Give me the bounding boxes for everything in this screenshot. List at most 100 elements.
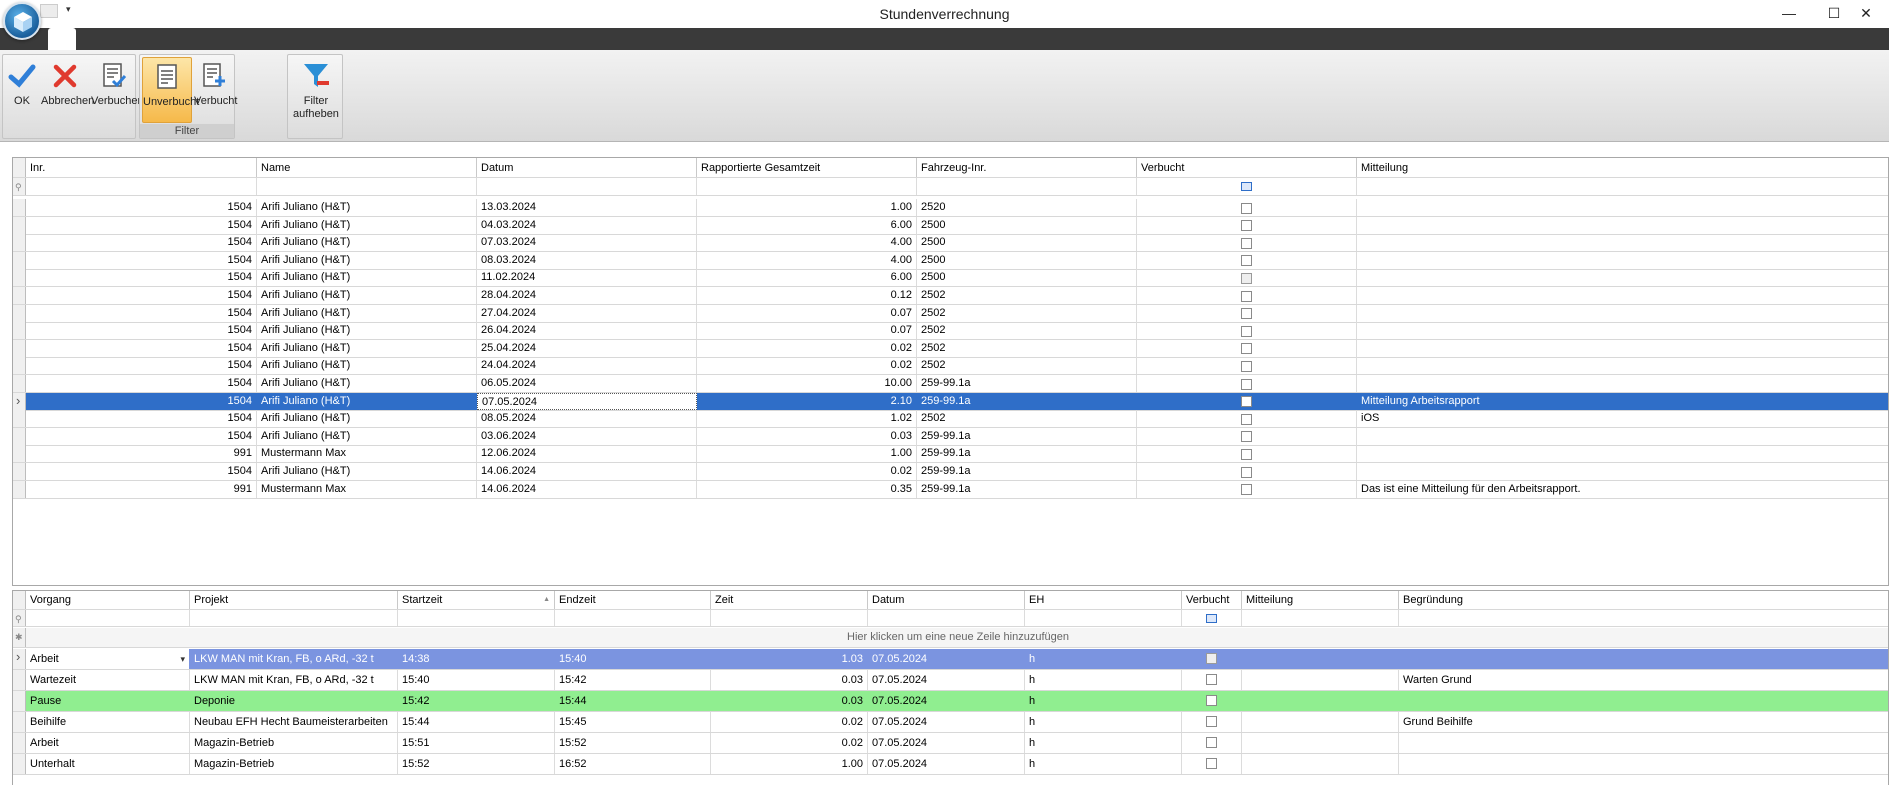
- cell-datum[interactable]: 14.06.2024: [477, 480, 697, 498]
- unbooked-filter-button[interactable]: Unverbucht: [142, 57, 199, 123]
- cell-name[interactable]: Arifi Juliano (H&T): [257, 234, 477, 252]
- ok-button[interactable]: OK: [5, 57, 39, 123]
- book-button[interactable]: Verbuchen: [91, 57, 144, 123]
- cell-zeit[interactable]: 10.00: [697, 375, 917, 392]
- cell-datum[interactable]: 07.05.2024: [868, 754, 1025, 774]
- cell-fz[interactable]: 2500: [917, 269, 1137, 287]
- cell-msg[interactable]: [1357, 269, 1888, 286]
- cell-grund[interactable]: [1399, 691, 1888, 711]
- checkbox[interactable]: [1206, 652, 1217, 664]
- row-indicator[interactable]: [13, 375, 26, 392]
- column-header-6[interactable]: EH: [1025, 591, 1182, 609]
- cell-eh[interactable]: h: [1025, 712, 1182, 732]
- row-indicator[interactable]: [13, 322, 26, 340]
- cell-eh[interactable]: h: [1025, 691, 1182, 711]
- cell-datum[interactable]: 07.05.2024: [868, 691, 1025, 711]
- cell-fz[interactable]: 259-99.1a: [917, 445, 1137, 463]
- booked-checkbox-cell[interactable]: [1137, 375, 1357, 392]
- row-indicator[interactable]: [13, 691, 26, 711]
- checkbox[interactable]: [1206, 736, 1217, 748]
- table-row[interactable]: Beihilfe Neubau EFH Hecht Baumeisterarbei…: [13, 712, 1888, 733]
- booked-checkbox-cell[interactable]: [1137, 357, 1357, 375]
- filter-cell-2[interactable]: [477, 178, 697, 195]
- cell-name[interactable]: Arifi Juliano (H&T): [257, 375, 477, 392]
- booked-checkbox-cell[interactable]: [1137, 427, 1357, 445]
- table-row[interactable]: 1504 Arifi Juliano (H&T) 04.03.2024 6.00 250…: [13, 216, 1888, 235]
- column-header-5[interactable]: Verbucht: [1137, 158, 1357, 177]
- cell-inr[interactable]: 1504: [26, 287, 257, 304]
- cell-datum[interactable]: 14.06.2024: [477, 463, 697, 480]
- cell-datum[interactable]: 08.05.2024: [477, 410, 697, 428]
- ribbon-tab-home[interactable]: [48, 28, 76, 50]
- cell-zeit[interactable]: 2.10: [697, 392, 917, 410]
- cell-name[interactable]: Arifi Juliano (H&T): [257, 392, 477, 410]
- filter-cell-1[interactable]: [257, 178, 477, 195]
- cell-vorgang[interactable]: Wartezeit: [26, 670, 190, 690]
- filter-cell-5[interactable]: [1137, 178, 1357, 195]
- booked-checkbox-cell[interactable]: [1137, 251, 1357, 269]
- cell-inr[interactable]: 1504: [26, 375, 257, 392]
- column-header-8[interactable]: Mitteilung: [1242, 591, 1399, 609]
- cell-projekt[interactable]: LKW MAN mit Kran, FB, o ARd, -32 t: [190, 670, 398, 690]
- booked-filter-button[interactable]: Verbucht: [194, 57, 237, 123]
- column-header-5[interactable]: Datum: [868, 591, 1025, 609]
- row-indicator[interactable]: ›: [13, 649, 26, 669]
- cell-name[interactable]: Arifi Juliano (H&T): [257, 287, 477, 304]
- column-header-3[interactable]: Endzeit: [555, 591, 711, 609]
- column-header-2[interactable]: Datum: [477, 158, 697, 177]
- filter-cell-6[interactable]: [1025, 610, 1182, 626]
- row-indicator[interactable]: [13, 251, 26, 269]
- table-row[interactable]: Wartezeit LKW MAN mit Kran, FB, o ARd, -3…: [13, 670, 1888, 691]
- column-header-4[interactable]: Zeit: [711, 591, 868, 609]
- row-indicator[interactable]: [13, 733, 26, 753]
- filter-cell-2[interactable]: [398, 610, 555, 626]
- column-header-6[interactable]: Mitteilung: [1357, 158, 1888, 177]
- filter-cell-5[interactable]: [868, 610, 1025, 626]
- dropdown-arrow-icon[interactable]: ▾: [180, 649, 185, 669]
- checkbox[interactable]: [1241, 484, 1252, 496]
- cell-vorgang[interactable]: Pause: [26, 691, 190, 711]
- cell-inr[interactable]: 1504: [26, 357, 257, 375]
- checkbox[interactable]: [1241, 360, 1252, 372]
- cell-zeit[interactable]: 0.03: [697, 427, 917, 445]
- new-row[interactable]: ✱ Hier klicken um eine neue Zeile hinzuzu…: [13, 628, 1888, 648]
- cell-grund[interactable]: [1399, 733, 1888, 753]
- cell-zeit[interactable]: 0.02: [711, 733, 868, 753]
- cell-zeit[interactable]: 0.02: [711, 712, 868, 732]
- cell-fz[interactable]: 2502: [917, 410, 1137, 428]
- cell-fz[interactable]: 2500: [917, 251, 1137, 269]
- cell-name[interactable]: Arifi Juliano (H&T): [257, 427, 477, 445]
- booked-checkbox-cell[interactable]: [1182, 670, 1242, 690]
- checkbox[interactable]: [1241, 396, 1252, 408]
- filter-cell-4[interactable]: [917, 178, 1137, 195]
- cell-inr[interactable]: 1504: [26, 234, 257, 252]
- cell-zeit[interactable]: 0.07: [697, 322, 917, 340]
- booked-checkbox-cell[interactable]: [1137, 199, 1357, 216]
- booked-checkbox-cell[interactable]: [1137, 339, 1357, 357]
- column-header-3[interactable]: Rapportierte Gesamtzeit: [697, 158, 917, 177]
- booked-checkbox-cell[interactable]: [1182, 733, 1242, 753]
- filter-cell-9[interactable]: [1399, 610, 1888, 626]
- row-indicator[interactable]: [13, 445, 26, 463]
- cell-inr[interactable]: 991: [26, 480, 257, 498]
- booked-checkbox-cell[interactable]: [1137, 269, 1357, 287]
- cell-msg[interactable]: [1357, 445, 1888, 462]
- checkbox[interactable]: [1241, 378, 1252, 390]
- cell-fz[interactable]: 259-99.1a: [917, 375, 1137, 392]
- booked-checkbox-cell[interactable]: [1137, 287, 1357, 304]
- cell-vorgang[interactable]: Beihilfe: [26, 712, 190, 732]
- cell-msg[interactable]: [1357, 234, 1888, 251]
- table-row[interactable]: Pause Deponie 15:42 15:44 0.03 07.05.2024 h: [13, 691, 1888, 712]
- cell-msg[interactable]: [1357, 287, 1888, 304]
- checkbox[interactable]: [1241, 202, 1252, 214]
- row-indicator[interactable]: [13, 480, 26, 498]
- cell-zeit[interactable]: 0.02: [697, 463, 917, 480]
- table-row[interactable]: 1504 Arifi Juliano (H&T) 08.03.2024 4.00 250…: [13, 251, 1888, 270]
- booked-checkbox-cell[interactable]: [1137, 410, 1357, 428]
- cell-inr[interactable]: 1504: [26, 339, 257, 357]
- booked-checkbox-cell[interactable]: [1137, 392, 1357, 410]
- filter-cell-8[interactable]: [1242, 610, 1399, 626]
- cell-msg[interactable]: Mitteilung Arbeitsrapport: [1357, 392, 1888, 410]
- cell-datum[interactable]: 13.03.2024: [477, 199, 697, 216]
- cell-zeit[interactable]: 6.00: [697, 216, 917, 234]
